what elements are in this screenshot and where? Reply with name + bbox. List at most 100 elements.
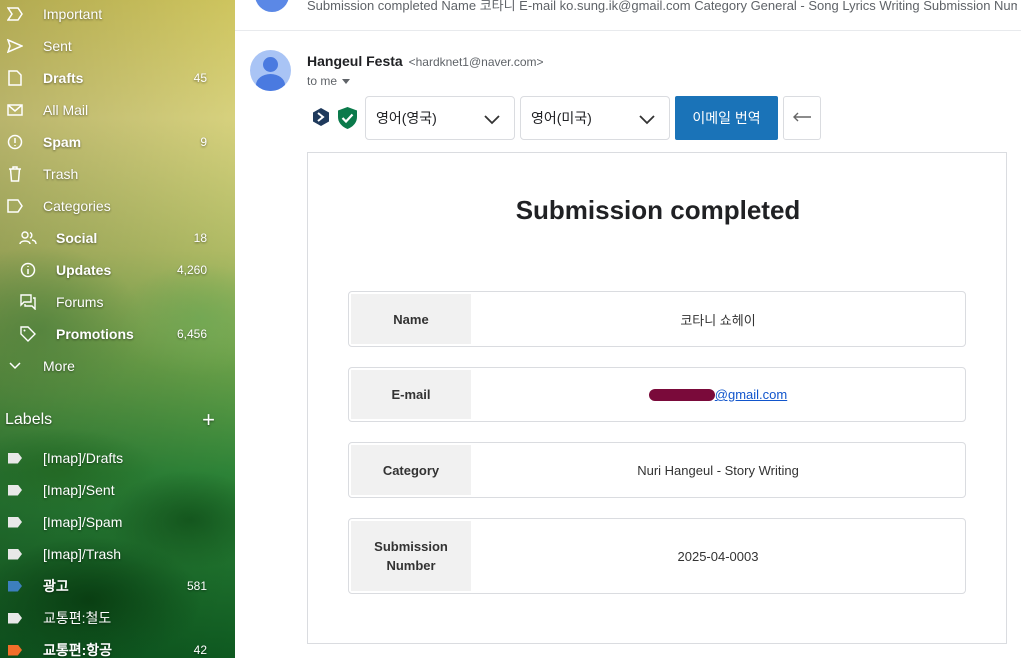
label-name: 교통편:철도 [43, 610, 112, 626]
sidebar-item-label: Updates [56, 262, 112, 278]
important-icon [6, 5, 24, 23]
sidebar-item-label: Social [56, 230, 98, 246]
spam-icon [6, 133, 24, 151]
sidebar: Important Sent Drafts 45 All Mail Spam 9… [0, 0, 235, 658]
label-item-air[interactable]: 교통편:항공 42 [0, 634, 225, 658]
sidebar-item-label: Forums [56, 294, 104, 310]
label-item-rail[interactable]: 교통편:철도 [0, 602, 225, 634]
sidebar-item-label: Trash [43, 166, 79, 182]
sidebar-item-count: 6,456 [176, 327, 207, 341]
message-view: Submission completed Name 코타니 E-mail ko.… [235, 0, 1021, 658]
add-label-button[interactable]: + [202, 407, 215, 433]
target-language-select[interactable]: 영어(미국) [520, 96, 670, 140]
sidebar-item-trash[interactable]: Trash [0, 158, 225, 190]
sender-avatar[interactable] [250, 50, 291, 91]
field-key: E-mail [351, 370, 471, 419]
label-item-imap-spam[interactable]: [Imap]/Spam [0, 506, 225, 538]
labels-header: Labels + [5, 407, 215, 433]
collapsed-message[interactable]: Submission completed Name 코타니 E-mail ko.… [235, 0, 1021, 31]
label-count: 42 [193, 643, 207, 657]
label-item-ads[interactable]: 광고 581 [0, 570, 225, 602]
label-name: [Imap]/Spam [43, 514, 123, 530]
chevron-down-icon [639, 112, 655, 128]
email-body-card: Submission completed Name 코타니 쇼헤이 E-mail… [307, 152, 1007, 644]
translate-email-button[interactable]: 이메일 번역 [675, 96, 778, 140]
sidebar-item-forums[interactable]: Forums [0, 286, 225, 318]
message-preview: Submission completed Name 코타니 E-mail ko.… [307, 0, 1017, 13]
arrow-left-icon [792, 109, 812, 127]
sent-icon [6, 37, 24, 55]
info-icon [19, 261, 37, 279]
sidebar-item-important[interactable]: Important [0, 0, 225, 30]
sidebar-item-count: 4,260 [176, 263, 207, 277]
field-row-category: Category Nuri Hangeul - Story Writing [348, 442, 966, 498]
label-tag-icon [6, 449, 24, 467]
source-language-select[interactable]: 영어(영국) [365, 96, 515, 140]
sidebar-item-label: Drafts [43, 70, 84, 86]
label-icon [6, 197, 24, 215]
label-item-imap-trash[interactable]: [Imap]/Trash [0, 538, 225, 570]
label-count: 581 [186, 579, 207, 593]
field-key: Name [351, 294, 471, 344]
sidebar-item-label: Spam [43, 134, 82, 150]
sidebar-item-all-mail[interactable]: All Mail [0, 94, 225, 126]
to-me-label: to me [307, 74, 338, 88]
field-row-name: Name 코타니 쇼헤이 [348, 291, 966, 347]
chevron-down-icon [6, 357, 24, 375]
sidebar-item-sent[interactable]: Sent [0, 30, 225, 62]
back-arrow-button[interactable] [783, 96, 821, 140]
translator-extension-icon[interactable] [312, 108, 330, 126]
field-row-submission-number: Submission Number 2025-04-0003 [348, 518, 966, 594]
sidebar-item-count: 45 [193, 71, 207, 85]
source-language-value: 영어(영국) [376, 110, 437, 126]
email-title: Submission completed [515, 195, 801, 225]
field-key: Submission Number [351, 521, 471, 591]
sidebar-item-label: Promotions [56, 326, 134, 342]
field-value: 코타니 쇼헤이 [680, 312, 756, 328]
trash-icon [6, 165, 24, 183]
labels-title: Labels [5, 411, 53, 428]
tag-icon [19, 325, 37, 343]
label-name: [Imap]/Drafts [43, 450, 124, 466]
label-tag-icon [6, 481, 24, 499]
label-name: 광고 [43, 578, 69, 594]
sidebar-item-categories[interactable]: Categories [0, 190, 225, 222]
field-value: @gmail.com [471, 368, 965, 421]
sidebar-item-label: Sent [43, 38, 72, 54]
sidebar-item-spam[interactable]: Spam 9 [0, 126, 225, 158]
sidebar-item-social[interactable]: Social 18 [0, 222, 225, 254]
label-tag-icon [6, 609, 24, 627]
label-item-imap-sent[interactable]: [Imap]/Sent [0, 474, 225, 506]
avatar-body [256, 74, 285, 91]
redaction-mark [648, 388, 715, 401]
label-tag-icon [6, 513, 24, 531]
sidebar-item-label: Important [43, 6, 103, 22]
field-value: 2025-04-0003 [677, 548, 759, 564]
label-name: [Imap]/Sent [43, 482, 115, 498]
chevron-down-icon [484, 112, 500, 128]
sender-line: Hangeul Festa <hardknet1@naver.com> [307, 53, 544, 69]
target-language-value: 영어(미국) [531, 110, 592, 126]
label-tag-icon [6, 577, 24, 595]
field-value: Nuri Hangeul - Story Writing [637, 462, 799, 478]
label-name: [Imap]/Trash [43, 546, 122, 562]
email-link[interactable]: @gmail.com [715, 387, 787, 402]
recipients-toggle[interactable]: to me [307, 74, 351, 88]
caret-down-icon [342, 78, 351, 84]
sidebar-item-label: Categories [43, 198, 111, 214]
sender-email: <hardknet1@naver.com> [408, 55, 544, 69]
sender-name[interactable]: Hangeul Festa [307, 53, 403, 69]
sidebar-item-more[interactable]: More [0, 350, 225, 382]
sidebar-item-label: All Mail [43, 102, 89, 118]
label-name: 교통편:항공 [43, 642, 113, 658]
label-item-imap-drafts[interactable]: [Imap]/Drafts [0, 442, 225, 474]
label-tag-icon [6, 545, 24, 563]
shield-check-icon[interactable] [337, 107, 358, 129]
field-row-email: E-mail @gmail.com [348, 367, 966, 422]
people-icon [19, 229, 37, 247]
sidebar-item-promotions[interactable]: Promotions 6,456 [0, 318, 225, 350]
avatar-head [263, 57, 278, 72]
sidebar-item-label: More [43, 358, 75, 374]
sidebar-item-updates[interactable]: Updates 4,260 [0, 254, 225, 286]
sidebar-item-drafts[interactable]: Drafts 45 [0, 62, 225, 94]
